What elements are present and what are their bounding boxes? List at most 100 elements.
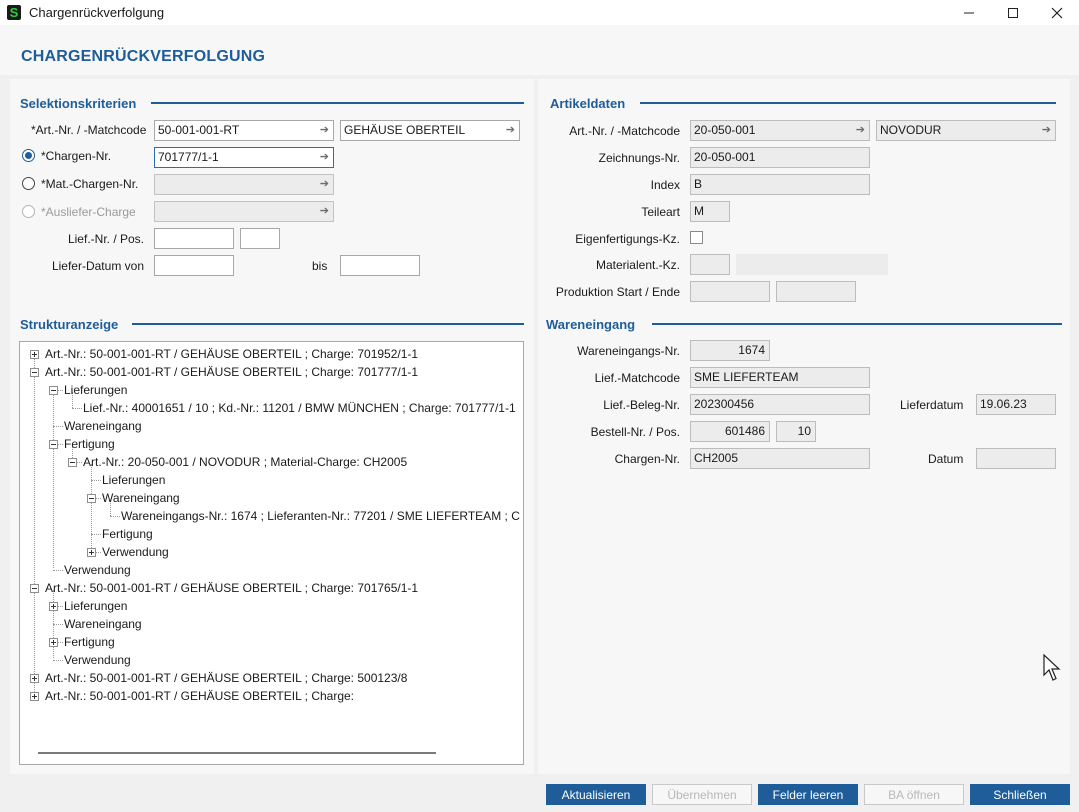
we-nr-input[interactable]: 1674 — [690, 340, 770, 361]
eigenfertigung-label: Eigenfertigungs-Kz. — [575, 232, 680, 246]
tree-node[interactable]: Wareneingang — [102, 491, 180, 505]
auslief-charge-input[interactable]: ➔ — [154, 201, 334, 222]
schliessen-button[interactable]: Schließen — [970, 784, 1070, 805]
arrow-right-icon[interactable]: ➔ — [320, 121, 329, 140]
tree-node[interactable]: Art.-Nr.: 50-001-001-RT / GEHÄUSE OBERTE… — [45, 347, 418, 361]
arrow-right-icon[interactable]: ➔ — [320, 202, 329, 221]
lief-beleg-label: Lief.-Beleg-Nr. — [603, 398, 680, 412]
index-input[interactable]: B — [690, 174, 870, 195]
expand-icon[interactable] — [49, 638, 58, 647]
bestell-pos-input[interactable]: 10 — [776, 421, 816, 442]
article-art-nr-input[interactable]: 20-050-001 ➔ — [690, 120, 870, 141]
tree-node[interactable]: Fertigung — [64, 437, 115, 451]
structure-tree[interactable]: Art.-Nr.: 50-001-001-RT / GEHÄUSE OBERTE… — [19, 341, 524, 765]
tree-node[interactable]: Lief.-Nr.: 40001651 / 10 ; Kd.-Nr.: 1120… — [83, 401, 516, 415]
lief-pos-input[interactable] — [240, 228, 280, 249]
liefer-datum-bis-input[interactable] — [340, 255, 420, 276]
ba-oeffnen-button[interactable]: BA öffnen — [864, 784, 964, 805]
felder-leeren-button[interactable]: Felder leeren — [758, 784, 858, 805]
arrow-right-icon[interactable]: ➔ — [320, 148, 329, 167]
collapse-icon[interactable] — [49, 440, 58, 449]
art-matchcode-label: *Art.-Nr. / -Matchcode — [31, 123, 147, 137]
tree-connector — [53, 570, 63, 571]
article-art-label: Art.-Nr. / -Matchcode — [569, 124, 680, 138]
eigenfertigung-checkbox[interactable] — [690, 231, 703, 244]
mat-charge-input[interactable]: ➔ — [154, 174, 334, 195]
aktualisieren-button[interactable]: Aktualisieren — [546, 784, 646, 805]
tree-node[interactable]: Lieferungen — [64, 599, 127, 613]
tree-node[interactable]: Fertigung — [102, 527, 153, 541]
lieferdatum-input[interactable]: 19.06.23 — [976, 394, 1056, 415]
tree-node[interactable]: Verwendung — [102, 545, 169, 559]
zeichnung-label: Zeichnungs-Nr. — [598, 151, 680, 165]
arrow-right-icon[interactable]: ➔ — [506, 121, 515, 140]
teileart-input[interactable]: M — [690, 201, 730, 222]
tree-node[interactable]: Verwendung — [64, 653, 131, 667]
collapse-icon[interactable] — [87, 494, 96, 503]
auslief-charge-radio[interactable] — [22, 205, 35, 218]
expand-icon[interactable] — [30, 350, 39, 359]
tree-connector — [53, 392, 54, 568]
expand-icon[interactable] — [49, 602, 58, 611]
we-nr-label: Wareneingangs-Nr. — [577, 344, 680, 358]
maximize-button[interactable] — [990, 0, 1036, 25]
bestell-nr-input[interactable]: 601486 — [690, 421, 770, 442]
expand-icon[interactable] — [87, 548, 96, 557]
tree-connector — [53, 426, 63, 427]
lief-beleg-input[interactable]: 202300456 — [690, 394, 870, 415]
produktion-ende-input[interactable] — [776, 281, 856, 302]
datum-label: Datum — [928, 452, 964, 466]
mat-charge-radio[interactable] — [22, 177, 35, 190]
tree-node[interactable]: Art.-Nr.: 50-001-001-RT / GEHÄUSE OBERTE… — [45, 689, 354, 703]
expand-icon[interactable] — [30, 674, 39, 683]
collapse-icon[interactable] — [30, 584, 39, 593]
arrow-right-icon[interactable]: ➔ — [1042, 121, 1051, 140]
tree-node[interactable]: Art.-Nr.: 50-001-001-RT / GEHÄUSE OBERTE… — [45, 365, 418, 379]
mouse-cursor-icon — [1043, 654, 1061, 681]
produktion-start-input[interactable] — [690, 281, 770, 302]
arrow-right-icon[interactable]: ➔ — [320, 175, 329, 194]
zeichnung-input[interactable]: 20-050-001 — [690, 147, 870, 168]
arrow-right-icon[interactable]: ➔ — [856, 121, 865, 140]
tree-connector — [91, 534, 101, 535]
charge-input[interactable]: 701777/1-1 ➔ — [154, 147, 334, 168]
tree-node[interactable]: Wareneingang — [64, 617, 142, 631]
art-nr-input[interactable]: 50-001-001-RT ➔ — [154, 120, 334, 141]
tree-connector — [53, 624, 63, 625]
collapse-icon[interactable] — [49, 386, 58, 395]
article-art-name-input[interactable]: NOVODUR ➔ — [876, 120, 1056, 141]
tree-node[interactable]: Wareneingangs-Nr.: 1674 ; Lieferanten-Nr… — [121, 509, 520, 523]
art-name-input[interactable]: GEHÄUSE OBERTEIL ➔ — [340, 120, 520, 141]
collapse-icon[interactable] — [68, 458, 77, 467]
horizontal-scrollbar[interactable] — [38, 752, 436, 754]
close-icon — [1051, 7, 1063, 19]
chargen-nr-input[interactable]: CH2005 — [690, 448, 870, 469]
datum-input[interactable] — [976, 448, 1056, 469]
art-nr-value: 50-001-001-RT — [158, 123, 240, 137]
uebernehmen-button[interactable]: Übernehmen — [652, 784, 752, 805]
close-button[interactable] — [1034, 0, 1079, 25]
index-label: Index — [650, 178, 680, 192]
tree-node[interactable]: Art.-Nr.: 50-001-001-RT / GEHÄUSE OBERTE… — [45, 581, 418, 595]
lief-nr-input[interactable] — [154, 228, 234, 249]
liefer-datum-von-input[interactable] — [154, 255, 234, 276]
materialent-label: Materialent.-Kz. — [595, 258, 680, 272]
lief-matchcode-input[interactable]: SME LIEFERTEAM — [690, 367, 870, 388]
expand-icon[interactable] — [30, 692, 39, 701]
tree-connector — [53, 660, 63, 661]
tree-node[interactable]: Art.-Nr.: 50-001-001-RT / GEHÄUSE OBERTE… — [45, 671, 407, 685]
produktion-label: Produktion Start / Ende — [555, 285, 680, 299]
materialent-input[interactable] — [690, 254, 730, 275]
window-title: Chargenrückverfolgung — [29, 5, 165, 20]
lieferdatum-label: Lieferdatum — [900, 398, 964, 412]
tree-node[interactable]: Lieferungen — [102, 473, 165, 487]
tree-node[interactable]: Art.-Nr.: 20-050-001 / NOVODUR ; Materia… — [83, 455, 407, 469]
charge-radio[interactable] — [22, 149, 35, 162]
minimize-button[interactable] — [946, 0, 992, 25]
tree-node[interactable]: Verwendung — [64, 563, 131, 577]
mat-charge-label: *Mat.-Chargen-Nr. — [41, 177, 139, 191]
tree-node[interactable]: Lieferungen — [64, 383, 127, 397]
collapse-icon[interactable] — [30, 368, 39, 377]
tree-node[interactable]: Wareneingang — [64, 419, 142, 433]
tree-node[interactable]: Fertigung — [64, 635, 115, 649]
